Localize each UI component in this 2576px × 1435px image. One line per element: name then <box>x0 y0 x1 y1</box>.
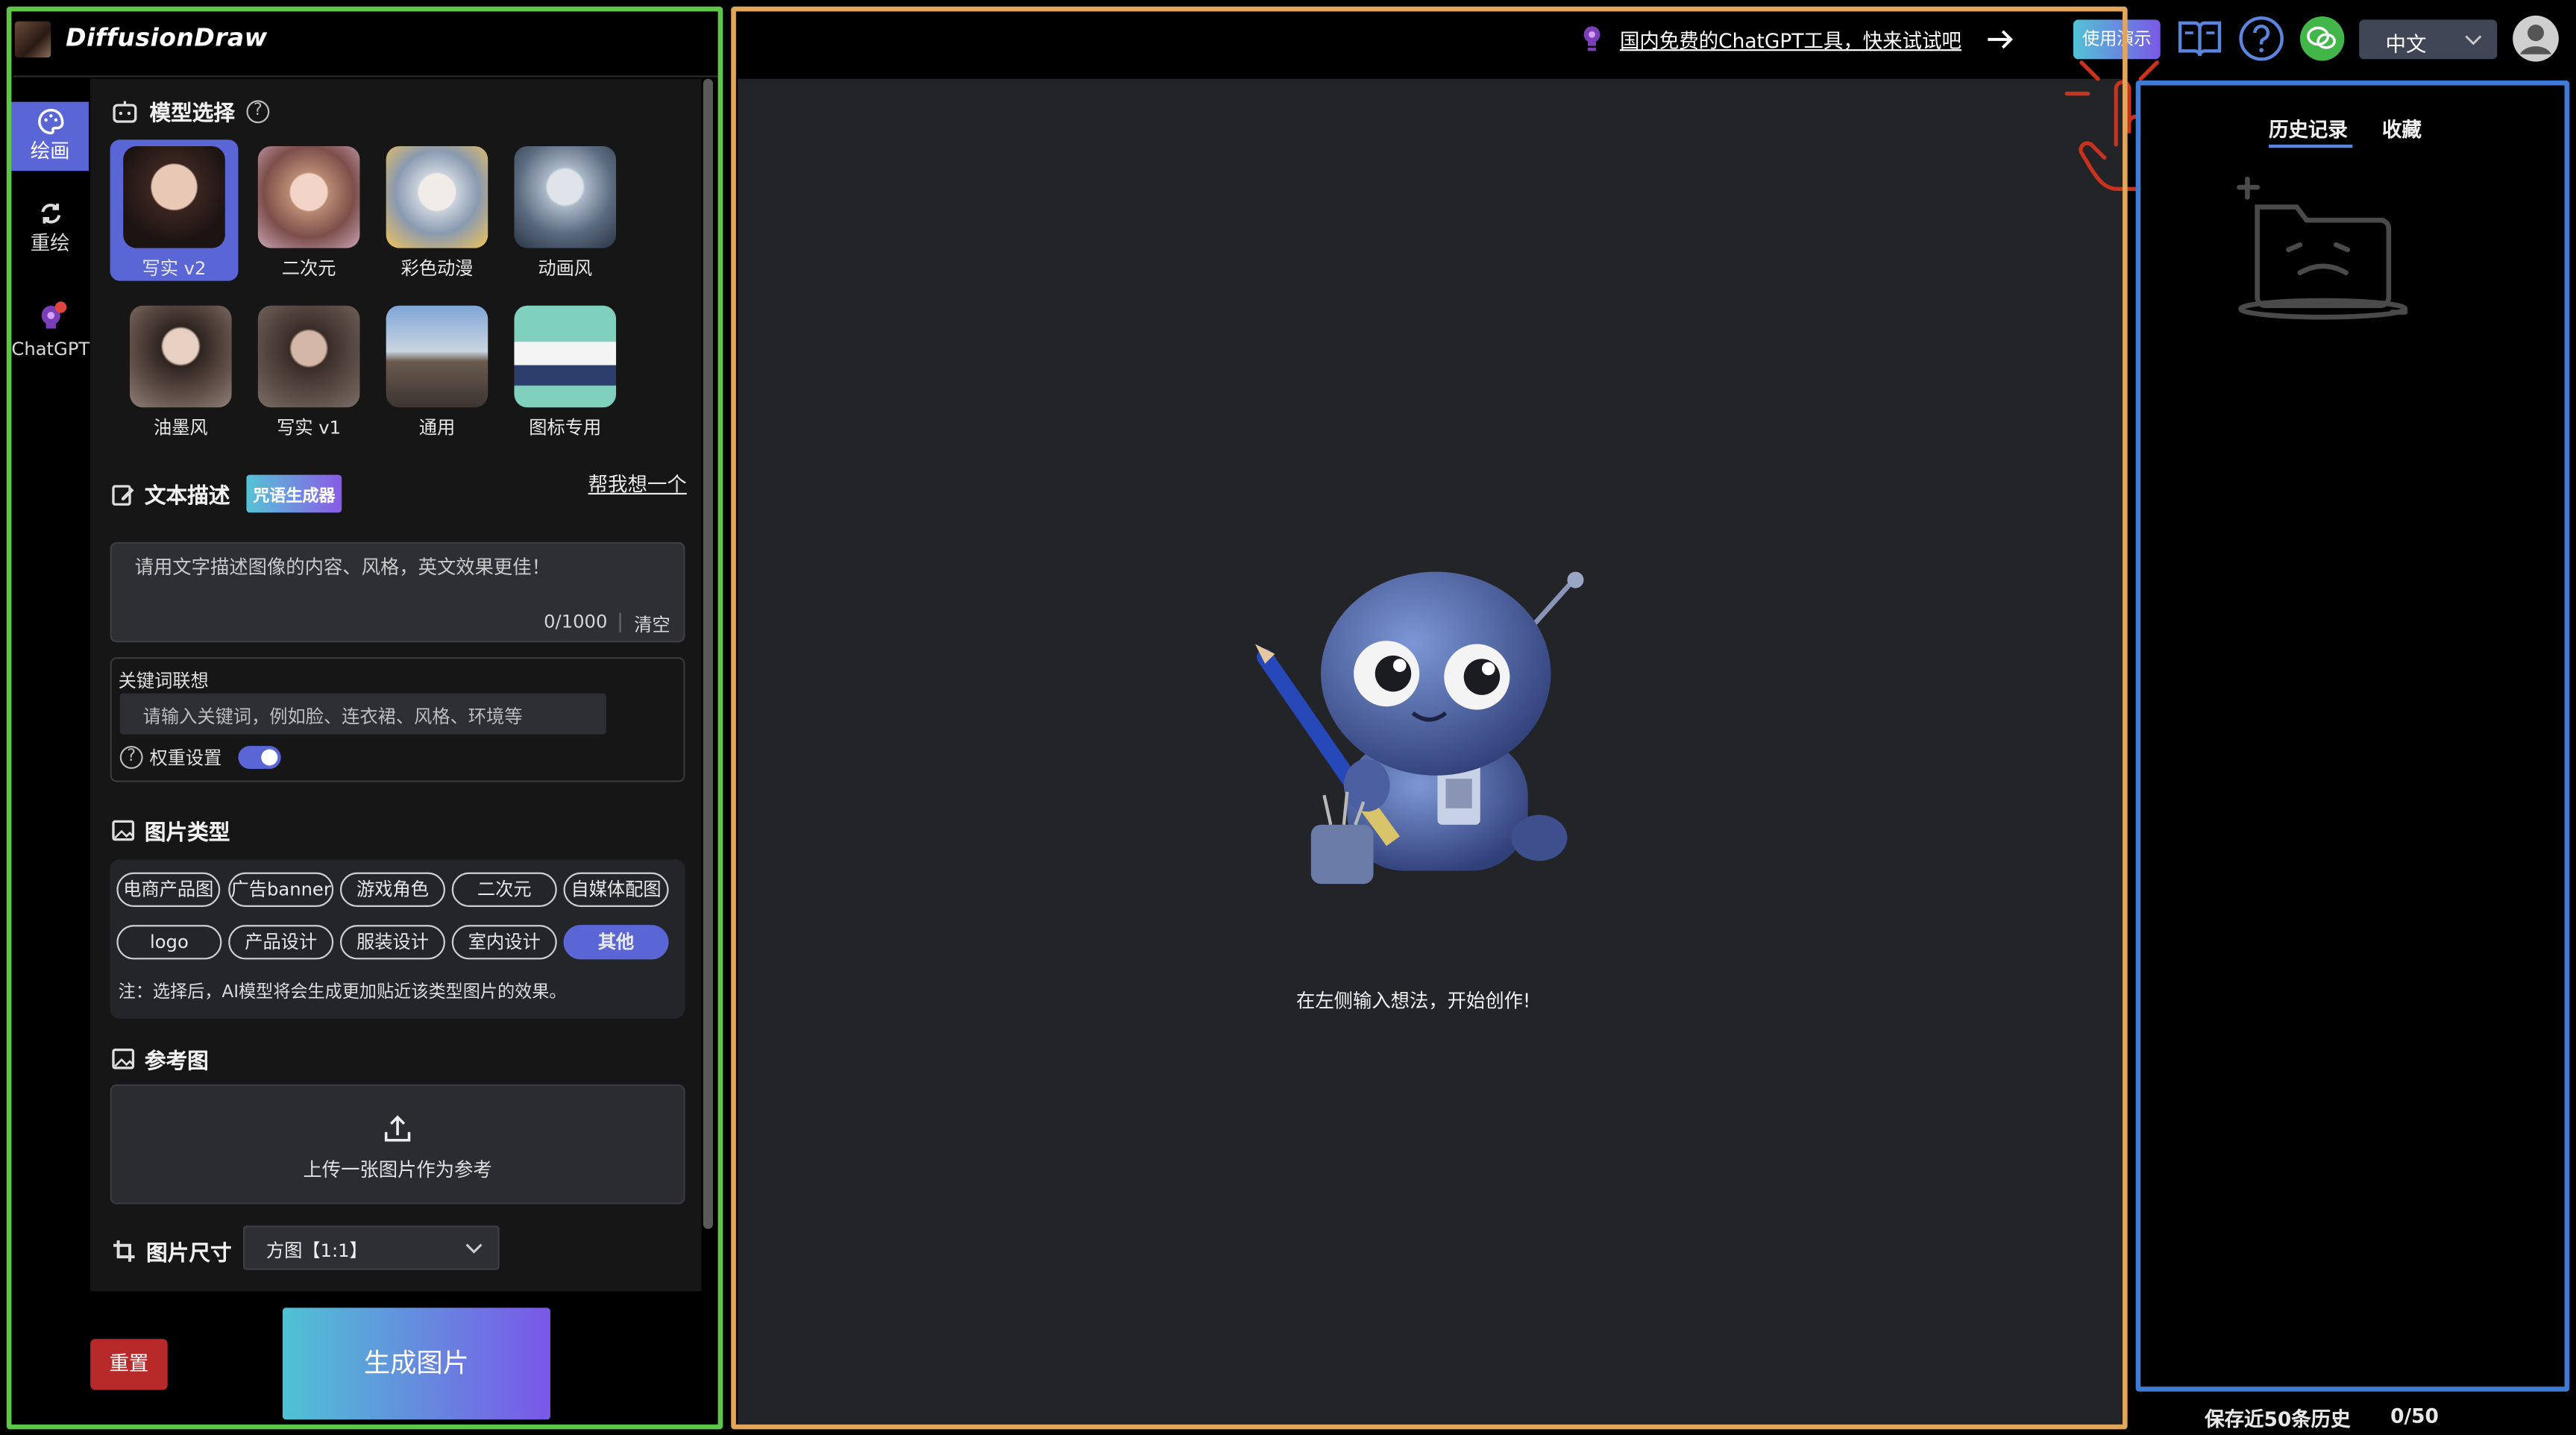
book-icon[interactable] <box>2177 18 2223 60</box>
history-count: 0/50 <box>2390 1404 2439 1428</box>
history-footer-label: 保存近50条历史 <box>2205 1407 2351 1431</box>
wechat-icon[interactable] <box>2299 16 2345 61</box>
canvas-outline <box>731 6 2128 1430</box>
history-outline <box>2135 80 2570 1392</box>
language-value: 中文 <box>2385 31 2427 56</box>
language-select[interactable]: 中文 <box>2359 19 2498 60</box>
user-avatar-icon[interactable] <box>2512 15 2560 63</box>
help-circle-icon[interactable] <box>2237 15 2285 63</box>
left-panel-outline <box>6 6 723 1430</box>
chevron-down-icon <box>2465 35 2482 45</box>
